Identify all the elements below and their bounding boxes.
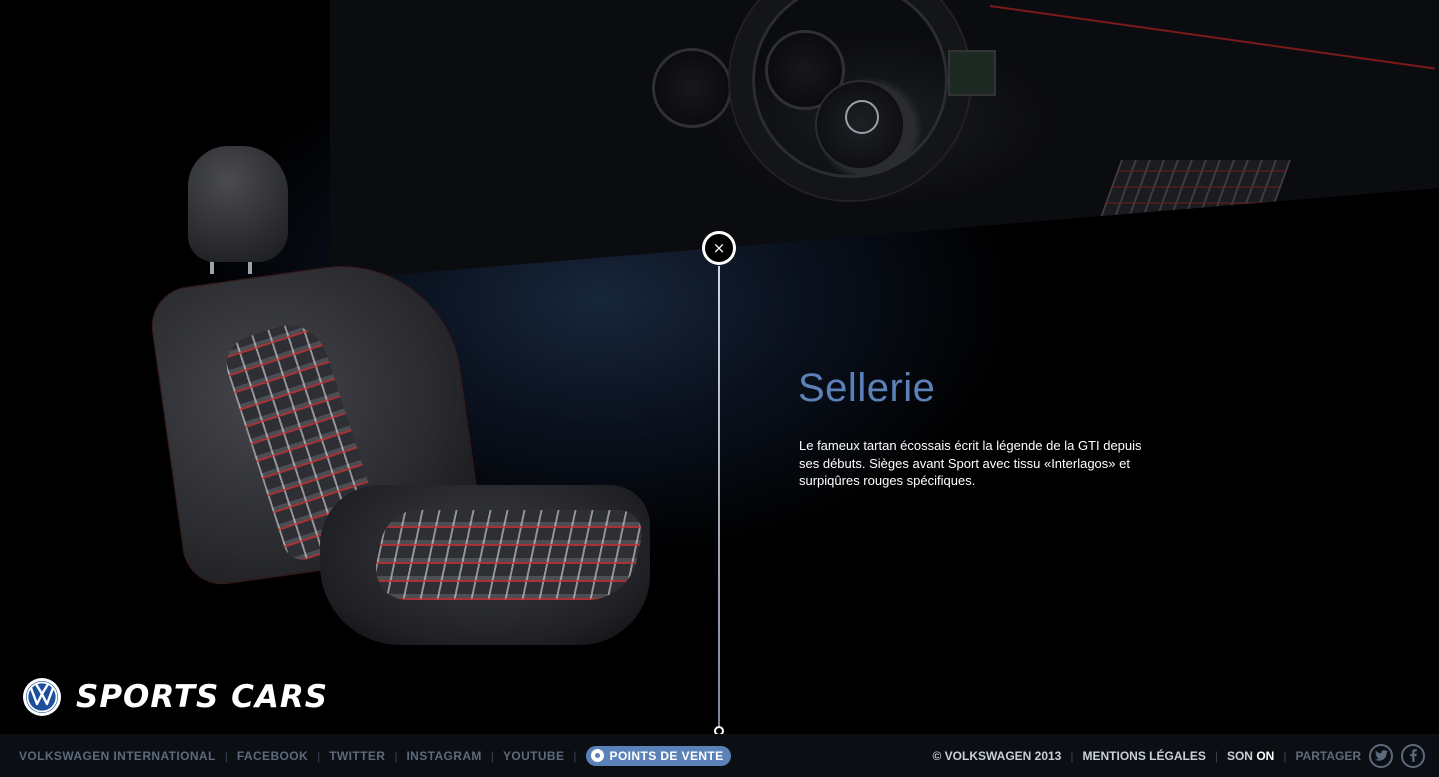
timeline-line xyxy=(718,266,720,726)
sound-state: ON xyxy=(1256,748,1275,763)
facebook-icon[interactable] xyxy=(1401,743,1425,768)
seat-image xyxy=(146,140,660,660)
gauge-left xyxy=(652,48,732,128)
rear-seat-tartan xyxy=(1099,160,1291,220)
map-pin-icon xyxy=(590,749,604,762)
section-description: Le fameux tartan écossais écrit la légen… xyxy=(799,438,1142,488)
timeline-dot xyxy=(714,726,724,734)
seat-headrest xyxy=(188,146,288,262)
footer-link-facebook[interactable]: FACEBOOK xyxy=(237,749,308,763)
footer-right-nav: © VOLKSWAGEN 2013 | MENTIONS LÉGALES | S… xyxy=(932,743,1425,768)
footer-link-twitter[interactable]: TWITTER xyxy=(329,749,385,763)
close-button[interactable]: × xyxy=(702,231,736,265)
share-label: PARTAGER xyxy=(1295,748,1361,763)
sound-toggle[interactable]: SON ON xyxy=(1227,749,1274,763)
footer-left-nav: VOLKSWAGEN INTERNATIONAL | FACEBOOK | TW… xyxy=(19,745,731,766)
footer-link-youtube[interactable]: YOUTUBE xyxy=(503,749,564,763)
close-icon: × xyxy=(712,238,726,257)
hero-stage: × Sellerie Le fameux tartan écossais écr… xyxy=(0,0,1439,734)
mentions-legales-link[interactable]: MENTIONS LÉGALES xyxy=(1082,749,1205,763)
points-de-vente-label: POINTS DE VENTE xyxy=(609,748,724,763)
infotainment-screen xyxy=(948,50,996,96)
section-heading: Sellerie xyxy=(798,366,936,410)
twitter-icon[interactable] xyxy=(1369,743,1393,768)
brand-logo[interactable]: SPORTS CARS xyxy=(22,677,328,717)
points-de-vente-button[interactable]: POINTS DE VENTE xyxy=(585,745,731,766)
footer-bar: VOLKSWAGEN INTERNATIONAL | FACEBOOK | TW… xyxy=(0,734,1439,777)
footer-link-volkswagen-international[interactable]: VOLKSWAGEN INTERNATIONAL xyxy=(19,749,216,763)
steering-wheel-logo xyxy=(845,100,879,134)
seat-cushion-tartan xyxy=(368,510,648,600)
vw-logo-icon xyxy=(23,678,61,716)
footer-link-instagram[interactable]: INSTAGRAM xyxy=(406,749,481,763)
copyright: © VOLKSWAGEN 2013 xyxy=(932,748,1062,763)
brand-name: SPORTS CARS xyxy=(76,679,329,715)
sound-label: SON xyxy=(1226,748,1253,763)
